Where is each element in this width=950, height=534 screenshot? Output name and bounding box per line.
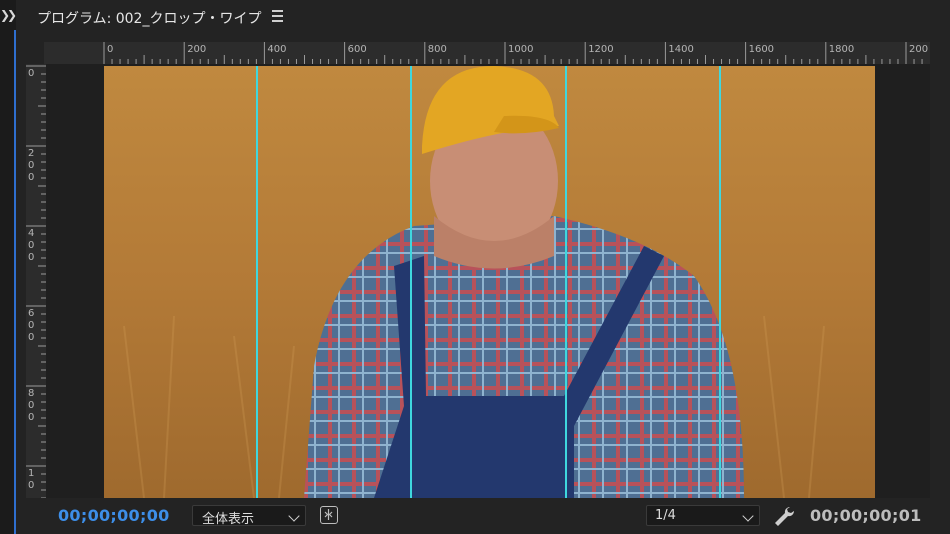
ruler-label-v: 0 <box>28 172 34 183</box>
current-timecode[interactable]: 00;00;00;00 <box>58 506 170 525</box>
ruler-label-v: 0 <box>28 412 34 423</box>
ruler-label-v: 0 <box>28 68 34 79</box>
guide-line[interactable] <box>565 66 567 498</box>
ruler-label-h: 800 <box>428 44 447 55</box>
ruler-label-h: 200 <box>909 44 928 55</box>
vertical-ruler: 020040060080010 <box>26 64 46 498</box>
horizontal-ruler: 0 200 400 600 800 1000 1200 1400 1600 1800 200 <box>44 42 930 64</box>
panel-title[interactable]: プログラム: 002_クロップ・ワイプ <box>37 8 261 28</box>
wrench-icon[interactable] <box>773 505 795 527</box>
ruler-label-h: 1200 <box>588 44 613 55</box>
panel-header: プログラム: 002_クロップ・ワイプ <box>16 0 950 38</box>
panel-focus-indicator <box>14 30 16 534</box>
ruler-label-v: 4 <box>28 228 34 239</box>
ruler-label-v: 0 <box>28 480 34 491</box>
video-frame[interactable] <box>104 66 875 498</box>
ruler-label-h: 600 <box>348 44 367 55</box>
guide-line[interactable] <box>410 66 412 498</box>
ruler-label-v: 0 <box>28 320 34 331</box>
ruler-label-v: 0 <box>28 332 34 343</box>
chevron-down-icon <box>288 510 300 522</box>
ruler-label-h: 1800 <box>829 44 854 55</box>
ruler-label-v: 0 <box>28 240 34 251</box>
zoom-level-value: 全体表示 <box>202 512 255 527</box>
insert-edit-toggle-icon[interactable] <box>320 506 338 524</box>
ruler-label-h: 1600 <box>749 44 774 55</box>
duration-timecode: 00;00;00;01 <box>810 506 922 525</box>
ruler-label-h: 0 <box>107 44 113 55</box>
hamburger-menu-icon[interactable] <box>272 10 283 22</box>
double-chevron-right-icon[interactable]: ❯❯ <box>0 6 17 24</box>
ruler-label-v: 0 <box>28 252 34 263</box>
ruler-label-h: 1000 <box>508 44 533 55</box>
ruler-label-v: 0 <box>28 160 34 171</box>
ruler-label-h: 1400 <box>668 44 693 55</box>
ruler-label-v: 1 <box>28 468 34 479</box>
ruler-label-v: 0 <box>28 400 34 411</box>
ruler-label-h: 400 <box>267 44 286 55</box>
ruler-label-v: 8 <box>28 388 34 399</box>
left-panel-strip: ❯❯ <box>0 0 17 534</box>
ruler-label-v: 2 <box>28 148 34 159</box>
guide-line[interactable] <box>719 66 721 498</box>
ruler-label-v: 6 <box>28 308 34 319</box>
chevron-down-icon <box>742 510 754 522</box>
zoom-level-dropdown[interactable]: 全体表示 <box>192 505 306 527</box>
farmer-video-image <box>104 66 875 498</box>
playback-resolution-dropdown[interactable]: 1/4 <box>646 505 760 526</box>
playback-resolution-value: 1/4 <box>655 508 676 523</box>
ruler-label-h: 200 <box>187 44 206 55</box>
guide-line[interactable] <box>256 66 258 498</box>
